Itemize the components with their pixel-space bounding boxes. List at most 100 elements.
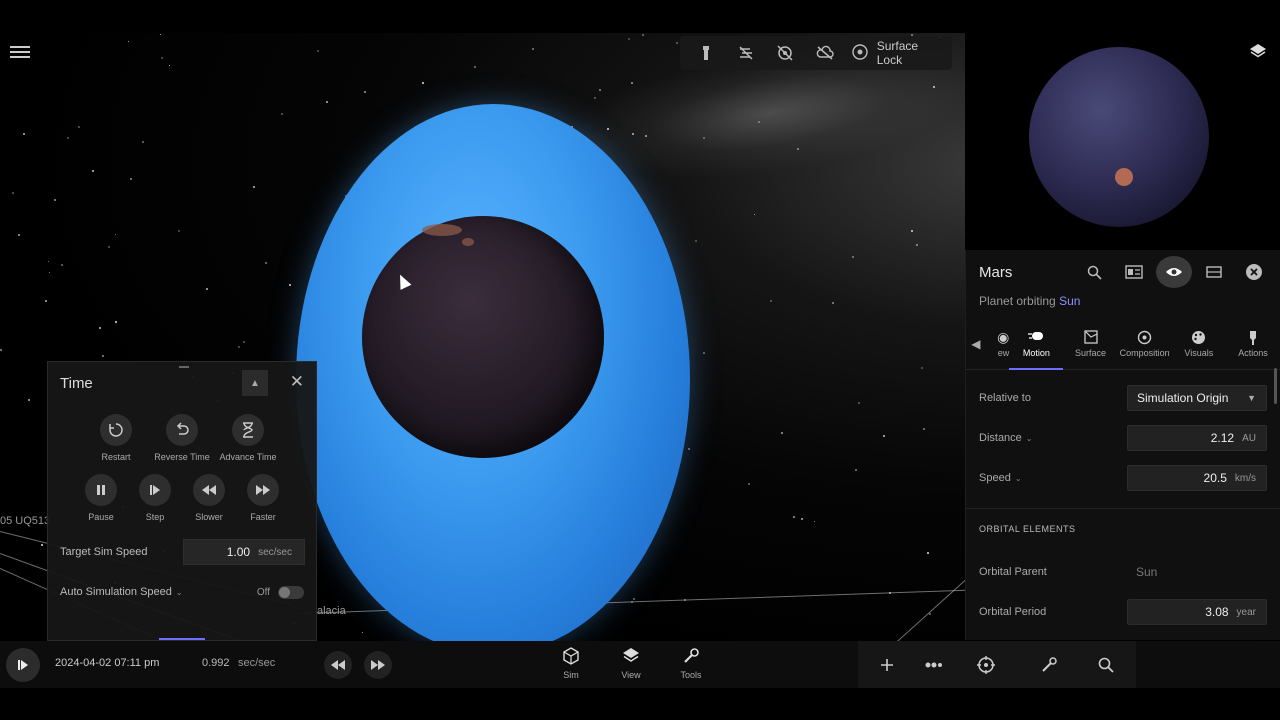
auto-sim-speed-toggle[interactable]: Off bbox=[257, 585, 304, 599]
star bbox=[633, 598, 635, 600]
view-toolbar: Surface Lock bbox=[680, 36, 952, 70]
object-name: Mars bbox=[979, 263, 1013, 281]
actions-icon bbox=[1248, 330, 1258, 345]
star bbox=[607, 128, 609, 130]
star bbox=[253, 186, 255, 188]
panel-scrollbar[interactable] bbox=[1274, 368, 1277, 404]
sim-button[interactable]: Sim bbox=[551, 647, 591, 680]
advance-time-button[interactable]: Advance Time bbox=[215, 414, 281, 462]
star bbox=[532, 48, 534, 50]
star bbox=[115, 321, 117, 323]
flashlight-icon[interactable] bbox=[686, 38, 726, 68]
tab-actions[interactable]: Actions bbox=[1226, 324, 1280, 370]
add-icon[interactable] bbox=[875, 653, 899, 677]
step-button[interactable]: Step bbox=[128, 474, 182, 522]
star bbox=[48, 261, 49, 262]
speed-field[interactable]: 20.5 km/s bbox=[1127, 465, 1267, 491]
sim-datetime[interactable]: 2024-04-02 07:11 pm bbox=[55, 657, 159, 669]
restart-button[interactable]: Restart bbox=[83, 414, 149, 462]
object-label[interactable]: alacia bbox=[317, 605, 346, 617]
search-icon[interactable] bbox=[1076, 256, 1112, 288]
slower-button[interactable]: Slower bbox=[182, 474, 236, 522]
sim-speed-value: 0.992 bbox=[202, 657, 230, 669]
edit-tool-icon[interactable] bbox=[1037, 653, 1061, 677]
tab-motion[interactable]: Motion bbox=[1009, 324, 1064, 370]
target-sim-speed-input[interactable]: 1.00 sec/sec bbox=[183, 539, 305, 565]
star bbox=[265, 262, 267, 264]
mars-planet[interactable] bbox=[362, 216, 604, 458]
faster-button[interactable]: Faster bbox=[236, 474, 290, 522]
star bbox=[92, 170, 94, 172]
letterbox-bottom bbox=[0, 688, 1280, 720]
toggle-switch[interactable] bbox=[278, 585, 304, 599]
info-card-icon[interactable] bbox=[1116, 256, 1152, 288]
tab-label: Visuals bbox=[1184, 348, 1214, 358]
distance-field[interactable]: 2.12 AU bbox=[1127, 425, 1267, 451]
surface-lock-button[interactable]: Surface Lock bbox=[845, 39, 946, 67]
no-clouds-icon[interactable] bbox=[805, 38, 845, 68]
preview-surface-spot bbox=[1115, 168, 1133, 186]
dropdown-arrow-icon: ▼ bbox=[1247, 393, 1256, 403]
fast-forward-icon bbox=[371, 660, 385, 670]
reverse-time-button[interactable]: Reverse Time bbox=[149, 414, 215, 462]
eye-icon[interactable] bbox=[1156, 256, 1192, 288]
tab-composition[interactable]: Composition bbox=[1118, 324, 1172, 370]
tab-view[interactable]: ◉ ew bbox=[986, 324, 1010, 370]
chevron-down-icon: ⌄ bbox=[175, 588, 183, 597]
star bbox=[78, 126, 80, 128]
star bbox=[632, 133, 634, 135]
view-button[interactable]: View bbox=[611, 647, 651, 680]
layers-icon[interactable] bbox=[1248, 42, 1270, 64]
chevron-left-icon[interactable]: ◀ bbox=[966, 324, 986, 364]
star bbox=[18, 234, 20, 236]
no-orbits-icon[interactable] bbox=[765, 38, 805, 68]
time-panel: Time ▲ ✕ Restart Reverse Time Advance Ti… bbox=[47, 361, 317, 641]
cube-icon bbox=[563, 647, 579, 667]
orbital-elements-heading: ORBITAL ELEMENTS bbox=[966, 508, 1280, 548]
star bbox=[852, 256, 854, 258]
more-icon[interactable] bbox=[922, 653, 946, 677]
tab-surface[interactable]: Surface bbox=[1063, 324, 1117, 370]
star bbox=[142, 141, 144, 143]
auto-sim-speed-label[interactable]: Auto Simulation Speed ⌄ bbox=[60, 586, 183, 598]
star bbox=[631, 82, 633, 84]
tab-label: Motion bbox=[1022, 348, 1050, 358]
star bbox=[362, 632, 363, 633]
orbital-period-field[interactable]: 3.08 year bbox=[1127, 599, 1267, 625]
rewind-icon bbox=[331, 660, 345, 670]
target-icon[interactable] bbox=[974, 653, 998, 677]
tools-button[interactable]: Tools bbox=[671, 647, 711, 680]
fast-forward-button[interactable] bbox=[364, 651, 392, 679]
close-icon[interactable]: ✕ bbox=[290, 372, 304, 392]
close-icon[interactable] bbox=[1236, 256, 1272, 288]
star bbox=[594, 97, 596, 99]
letterbox-top bbox=[0, 0, 1280, 33]
pause-label: Pause bbox=[88, 512, 114, 522]
tab-label: ew bbox=[997, 348, 1010, 358]
play-button[interactable] bbox=[6, 648, 40, 682]
object-label[interactable]: 05 UQ513 bbox=[0, 515, 50, 527]
wrench-icon bbox=[682, 647, 700, 667]
star bbox=[54, 199, 56, 201]
star bbox=[23, 133, 25, 135]
list-icon[interactable] bbox=[1196, 256, 1232, 288]
parent-link[interactable]: Sun bbox=[1059, 294, 1080, 308]
pause-button[interactable]: Pause bbox=[74, 474, 128, 522]
hamburger-menu-icon[interactable] bbox=[10, 43, 30, 63]
pause-icon bbox=[85, 474, 117, 506]
star bbox=[748, 483, 750, 485]
rewind-button[interactable] bbox=[324, 651, 352, 679]
surface-icon bbox=[1083, 330, 1098, 344]
tab-visuals[interactable]: Visuals bbox=[1172, 324, 1226, 370]
relative-to-select[interactable]: Simulation Origin ▼ bbox=[1127, 385, 1267, 411]
search-icon[interactable] bbox=[1094, 653, 1118, 677]
orbital-parent-value-box[interactable]: Sun bbox=[1127, 559, 1267, 585]
star bbox=[883, 435, 885, 437]
orbital-period-unit: year bbox=[1236, 606, 1256, 618]
time-panel-title: Time bbox=[60, 374, 93, 392]
star bbox=[703, 352, 705, 354]
star bbox=[929, 613, 931, 615]
no-lines-icon[interactable] bbox=[726, 38, 766, 68]
chevron-up-icon[interactable]: ▲ bbox=[242, 370, 268, 396]
star bbox=[45, 300, 47, 302]
